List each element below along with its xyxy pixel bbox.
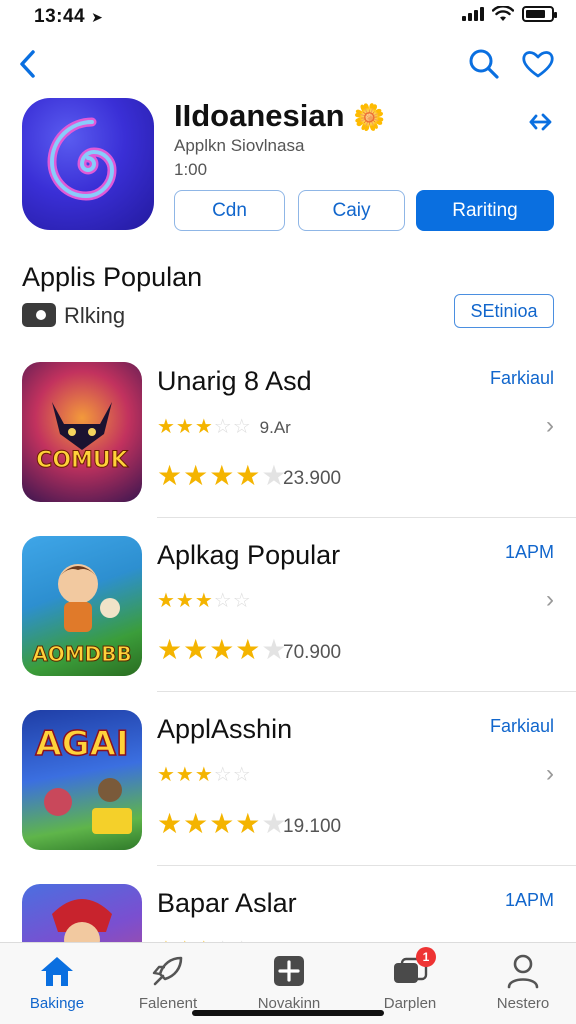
chevron-right-icon[interactable]: ›: [546, 586, 554, 614]
chevron-right-icon[interactable]: ›: [546, 412, 554, 440]
small-star-rating: ★★★☆☆ 9.Ar: [157, 416, 291, 438]
home-indicator[interactable]: [192, 1010, 384, 1016]
small-star-rating: ★★★☆☆: [157, 764, 252, 786]
notification-badge: 1: [416, 947, 436, 967]
location-arrow-icon: ➤: [91, 9, 104, 25]
app-subtitle: Applkn Siovlnasa: [174, 136, 305, 155]
app-time: 1:00: [174, 160, 208, 179]
heart-icon: [522, 51, 554, 78]
ranking-row: Rlking SEtinioa: [22, 294, 554, 330]
chevron-right-icon[interactable]: ›: [546, 760, 554, 788]
rocket-icon: [148, 951, 188, 991]
sort-button[interactable]: SEtinioa: [454, 294, 554, 328]
tab-apps[interactable]: 1 Darplen: [355, 947, 465, 1017]
small-star-rating: ★★★☆☆: [157, 590, 252, 612]
person-icon: [503, 951, 543, 991]
thumbnail-text: COMUK: [36, 448, 129, 474]
list-item[interactable]: AGAI ApplAsshin Farkiaul ★★★☆☆ › ★★★★★ 1…: [0, 710, 576, 884]
share-icon: [529, 113, 552, 131]
rating-button[interactable]: Rariting: [416, 190, 554, 231]
divider: [157, 691, 576, 692]
star-rating: ★★★★★: [157, 634, 288, 665]
app-tag[interactable]: 1APM: [505, 542, 554, 563]
small-rating-value: 9.Ar: [259, 418, 291, 437]
star-rating: ★★★★★: [157, 460, 288, 491]
app-name: Aplkag Popular: [157, 540, 341, 570]
status-time: 13:44 ➤: [34, 6, 103, 28]
app-tag[interactable]: Farkiaul: [490, 368, 554, 389]
app-icon[interactable]: [22, 98, 154, 230]
apps-stack-icon: 1: [390, 947, 436, 991]
tab-profile[interactable]: Nestero: [468, 951, 576, 1017]
divider: [157, 865, 576, 866]
app-header: IIdoanesian 🌼 Applkn Siovlnasa 1:00 Cdn …: [22, 98, 562, 238]
app-name: Unarig 8 Asd: [157, 366, 312, 396]
rating-count: 23.900: [283, 468, 342, 489]
ranking-label: Rlking: [64, 303, 126, 328]
rating-count: 70.900: [283, 642, 342, 663]
app-thumbnail: AGAI: [22, 710, 142, 850]
app-thumbnail: AOMDBB: [22, 536, 142, 676]
favorite-button[interactable]: [518, 44, 558, 84]
list-item[interactable]: COMUK Unarig 8 Asd Farkiaul ★★★☆☆ 9.Ar › …: [0, 362, 576, 536]
search-button[interactable]: [464, 44, 504, 84]
ranking-icon: [22, 303, 56, 327]
rating-count: 19.100: [283, 816, 342, 837]
status-bar: 13:44 ➤: [0, 0, 576, 34]
app-thumbnail: COMUK: [22, 362, 142, 502]
tab-new[interactable]: Novakinn: [234, 951, 344, 1017]
thumbnail-text: AGAI: [35, 723, 130, 765]
tab-label: Nestero: [496, 995, 550, 1012]
tab-rocket[interactable]: Falenent: [113, 951, 223, 1017]
app-name: ApplAsshin: [157, 714, 293, 744]
share-button[interactable]: [522, 106, 558, 138]
section-title: Applis Populan: [22, 262, 203, 292]
cat-mascot-icon: [52, 402, 112, 450]
nav-bar: [0, 40, 576, 90]
app-tag[interactable]: Farkiaul: [490, 716, 554, 737]
app-title: IIdoanesian 🌼: [174, 98, 386, 134]
list-item[interactable]: AOMDBB Aplkag Popular 1APM ★★★☆☆ › ★★★★★…: [0, 536, 576, 710]
search-icon: [469, 49, 499, 79]
chevron-left-icon: [20, 50, 35, 78]
star-rating: ★★★★★: [157, 808, 288, 839]
divider: [157, 517, 576, 518]
tab-home[interactable]: Bakinge: [2, 951, 112, 1017]
plus-square-icon: [269, 951, 309, 991]
app-list: COMUK Unarig 8 Asd Farkiaul ★★★☆☆ 9.Ar › …: [0, 362, 576, 1024]
clock-text: 13:44: [34, 6, 86, 27]
open-button[interactable]: Cdn: [174, 190, 285, 231]
play-button[interactable]: Caiy: [298, 190, 405, 231]
wifi-icon: [492, 6, 514, 21]
app-name: Bapar Aslar: [157, 888, 297, 918]
status-icons: [462, 6, 557, 22]
back-button[interactable]: [10, 44, 44, 84]
app-title-text: IIdoanesian: [174, 98, 345, 133]
tab-label: Bakinge: [29, 995, 85, 1012]
cellular-signal-icon: [462, 7, 484, 21]
battery-icon: [522, 6, 557, 22]
home-icon: [37, 951, 77, 991]
spiral-logo-icon: [47, 117, 117, 201]
flower-icon: 🌼: [353, 102, 386, 132]
app-tag[interactable]: 1APM: [505, 890, 554, 911]
thumbnail-text: AOMDBB: [32, 642, 132, 667]
